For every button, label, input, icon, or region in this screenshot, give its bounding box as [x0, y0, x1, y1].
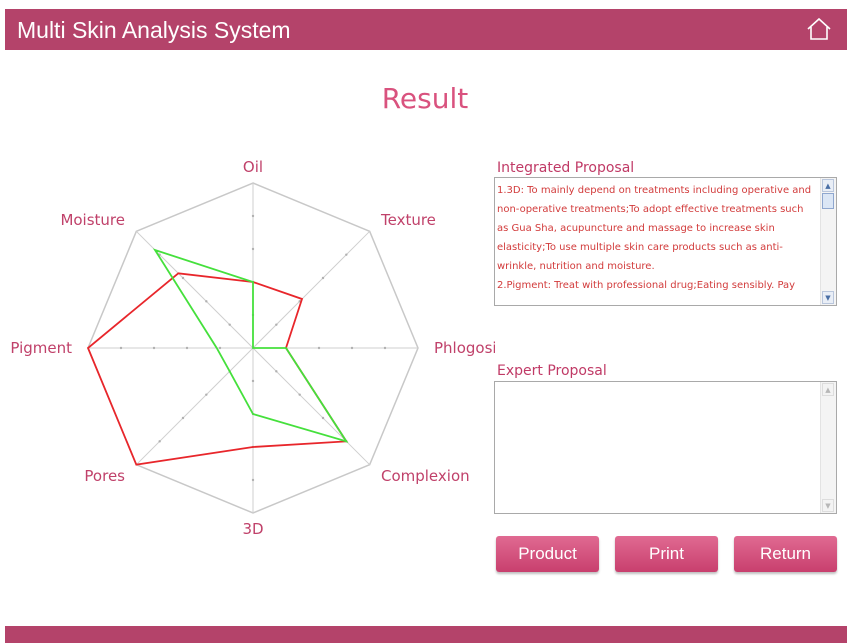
radar-label-3d: 3D — [242, 520, 263, 538]
scroll-down-icon[interactable]: ▼ — [822, 499, 834, 512]
radar-label-pigment: Pigment — [10, 339, 72, 357]
radar-series-1 — [86, 272, 348, 466]
radar-tick — [251, 478, 255, 482]
radar-tick — [345, 253, 348, 256]
radar-label-texture: Texture — [380, 211, 436, 229]
footer-bar — [5, 626, 847, 643]
radar-tick — [275, 323, 278, 326]
radar-tick — [383, 346, 387, 350]
radar-axis-pores — [135, 347, 254, 466]
scroll-thumb[interactable] — [822, 193, 834, 209]
radar-tick — [321, 416, 325, 420]
radar-tick — [251, 214, 255, 218]
radar-tick — [251, 247, 255, 251]
radar-label-complexion: Complexion — [381, 467, 470, 485]
scroll-down-icon[interactable]: ▼ — [822, 291, 834, 304]
radar-tick — [251, 379, 255, 383]
page-title: Result — [381, 82, 469, 115]
radar-tick — [218, 346, 222, 350]
return-button[interactable]: Return — [734, 536, 837, 572]
scroll-up-icon[interactable]: ▲ — [822, 383, 834, 396]
integrated-proposal-textarea[interactable]: 1.3D: To mainly depend on treatments inc… — [494, 177, 837, 306]
integrated-proposal-label: Integrated Proposal — [497, 160, 635, 176]
app-title: Multi Skin Analysis System — [17, 17, 291, 43]
print-button[interactable]: Print — [615, 536, 718, 572]
proposal-line: 2.Pigment: Treat with professional drug;… — [497, 280, 796, 291]
radar-tick — [119, 346, 123, 350]
radar-tick — [317, 346, 321, 350]
radar-tick — [275, 370, 278, 373]
radar-tick — [205, 300, 208, 303]
radar-tick — [152, 346, 156, 350]
scroll-up-icon[interactable]: ▲ — [822, 179, 834, 192]
radar-axis-complexion — [252, 347, 371, 466]
proposal-line: wrinkle, nutrition and moisture. — [497, 261, 655, 272]
skin-radar-chart: Oil Texture Phlogosis Complexion 3D Pores Pigm… — [10, 158, 495, 538]
radar-axis-texture — [252, 230, 371, 349]
proposal-line: elasticity;To use multiple skin care pro… — [497, 242, 783, 253]
radar-tick — [321, 276, 325, 280]
radar-tick — [185, 346, 189, 350]
expert-proposal-scrollbar[interactable]: ▲ ▼ — [820, 382, 836, 513]
title-bar: Multi Skin Analysis System — [5, 9, 847, 50]
radar-tick — [181, 416, 185, 420]
proposal-line: non-operative treatments;To adopt effect… — [497, 204, 804, 215]
integrated-proposal-scrollbar[interactable]: ▲ ▼ — [820, 178, 836, 305]
radar-label-phlogosis: Phlogosis — [434, 339, 495, 357]
expert-proposal-label: Expert Proposal — [497, 363, 607, 379]
integrated-proposal-text: 1.3D: To mainly depend on treatments inc… — [497, 181, 819, 295]
radar-tick — [181, 276, 185, 280]
radar-label-oil: Oil — [243, 158, 263, 176]
radar-tick — [205, 393, 208, 396]
proposal-line: as Gua Sha, acupuncture and massage to i… — [497, 223, 775, 234]
radar-tick — [298, 393, 301, 396]
proposal-line: 1.3D: To mainly depend on treatments inc… — [497, 185, 812, 196]
home-icon[interactable] — [805, 15, 833, 43]
product-button[interactable]: Product — [496, 536, 599, 572]
radar-tick — [158, 440, 161, 443]
radar-label-moisture: Moisture — [60, 211, 125, 229]
radar-tick — [350, 346, 354, 350]
expert-proposal-textarea[interactable]: ▲ ▼ — [494, 381, 837, 514]
radar-tick — [228, 323, 231, 326]
radar-label-pores: Pores — [84, 467, 125, 485]
